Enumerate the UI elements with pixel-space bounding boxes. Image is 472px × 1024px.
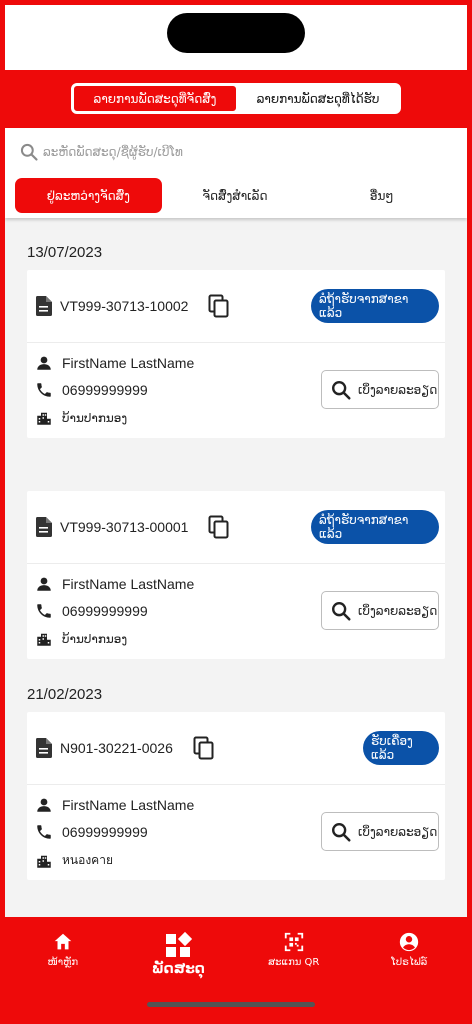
address-row: ບ້ານປາກນອງ [35,630,127,648]
shipment-type-switch: ລາຍການພັດສະດຸທີ່ຈັດສົ່ງ ລາຍການພັດສະດຸທີ່… [71,83,401,114]
tab-received-parcels[interactable]: ລາຍການພັດສະດຸທີ່ໄດ້ຮັບ [237,85,399,112]
view-details-button[interactable]: ເບິ່ງລາຍລະອຽດ [321,370,439,409]
person-icon [37,577,51,591]
tab-delivered[interactable]: ຈັດສົ່ງສຳເລັດ [162,178,309,213]
status-badge: ລໍຖ້າຮັບຈາກສາຂາແລ້ວ [311,510,439,544]
status-filter-tabs: ຢູ່ລະຫວ່າງຈັດສົ່ງ ຈັດສົ່ງສຳເລັດ ອື່ນໆ [15,178,455,214]
view-details-button[interactable]: ເບິ່ງລາຍລະອຽດ [321,812,439,851]
recipient-name: FirstName LastName [62,355,195,371]
parcel-card[interactable]: VT999-30713-10002 ລໍຖ້າຮັບຈາກສາຂາແລ້ວ Fi… [27,270,445,438]
recipient-row: FirstName LastName [35,575,194,593]
search-input[interactable]: ລະຫັດພັດສະດຸ/ຊື່ຜູ້ຮັບ/ເບີໂທ [19,142,183,162]
account-icon [400,932,419,952]
card-header: VT999-30713-10002 ລໍຖ້າຮັບຈາກສາຂາແລ້ວ [27,270,445,343]
building-icon [37,412,51,425]
search-placeholder: ລະຫັດພັດສະດຸ/ຊື່ຜູ້ຮັບ/ເບີໂທ [43,145,183,159]
card-header: VT999-30713-00001 ລໍຖ້າຮັບຈາກສາຂາແລ້ວ [27,491,445,564]
qr-icon [284,932,303,952]
view-details-label: ເບິ່ງລາຍລະອຽດ [358,824,438,839]
document-icon [35,296,52,316]
camera-notch [167,13,305,53]
nav-home-label: ໜ້າຫຼັກ [47,957,79,968]
nav-parcels-label: ພັດສະດຸ [151,961,205,977]
recipient-row: FirstName LastName [35,796,194,814]
copy-icon[interactable] [208,515,230,539]
phone-number: 06999999999 [62,603,148,619]
tab-in-transit[interactable]: ຢູ່ລະຫວ່າງຈັດສົ່ງ [15,178,162,213]
card-header: N901-30221-0026 ຮັບເຄື່ອງແລ້ວ [27,712,445,785]
phone-icon [37,383,51,397]
phone-row: 06999999999 [35,381,148,399]
search-icon [332,601,351,621]
phone-number: 06999999999 [62,382,148,398]
search-panel: ລະຫັດພັດສະດຸ/ຊື່ຜູ້ຮັບ/ເບີໂທ ຢູ່ລະຫວ່າງຈ… [5,128,467,218]
recipient-name: FirstName LastName [62,797,195,813]
phone-icon [37,825,51,839]
building-icon [37,855,51,868]
view-details-label: ເບິ່ງລາຍລະອຽດ [358,603,438,618]
address: ບ້ານປາກນອງ [62,411,128,425]
document-icon [35,738,52,758]
header: ລາຍການພັດສະດຸທີ່ຈັດສົ່ງ ລາຍການພັດສະດຸທີ່… [5,70,467,128]
status-badge: ຮັບເຄື່ອງແລ້ວ [363,731,439,765]
address-row: หนองคาย [35,851,113,870]
address: หนองคาย [62,853,113,867]
date-header: 21/02/2023 [27,686,103,703]
phone-icon [37,604,51,618]
parcel-card[interactable]: N901-30221-0026 ຮັບເຄື່ອງແລ້ວ FirstName … [27,712,445,880]
nav-scan-qr-label: ສະແກນ QR [268,957,320,968]
grid-icon [166,931,193,957]
date-header: 13/07/2023 [27,244,103,261]
copy-icon[interactable] [208,294,230,318]
building-icon [37,633,51,646]
search-icon [332,380,351,400]
app-frame: ລາຍການພັດສະດຸທີ່ຈັດສົ່ງ ລາຍການພັດສະດຸທີ່… [5,5,467,1019]
view-details-label: ເບິ່ງລາຍລະອຽດ [358,382,438,397]
phone-row: 06999999999 [35,823,148,841]
address: ບ້ານປາກນອງ [62,632,128,646]
phone-number: 06999999999 [62,824,148,840]
tracking-code: VT999-30713-10002 [60,298,189,314]
status-badge: ລໍຖ້າຮັບຈາກສາຂາແລ້ວ [311,289,439,323]
view-details-button[interactable]: ເບິ່ງລາຍລະອຽດ [321,591,439,630]
document-icon [35,517,52,537]
parcel-card[interactable]: VT999-30713-00001 ລໍຖ້າຮັບຈາກສາຂາແລ້ວ Fi… [27,491,445,659]
home-icon [54,933,71,950]
phone-row: 06999999999 [35,602,148,620]
nav-home[interactable]: ໜ້າຫຼັກ [5,917,121,1019]
address-row: ບ້ານປາກນອງ [35,409,127,427]
person-icon [37,798,51,812]
person-icon [37,356,51,370]
search-icon [332,822,351,842]
nav-profile-label: ໂປຣໄຟລ໌ [391,957,428,968]
status-bar [5,5,467,70]
recipient-row: FirstName LastName [35,354,194,372]
nav-profile[interactable]: ໂປຣໄຟລ໌ [352,917,468,1019]
parcel-list[interactable]: 13/07/2023 VT999-30713-10002 ລໍຖ້າຮັບຈາກ… [5,218,467,918]
tab-other[interactable]: ອື່ນໆ [308,178,455,213]
tab-sent-parcels[interactable]: ລາຍການພັດສະດຸທີ່ຈັດສົ່ງ [73,85,237,112]
recipient-name: FirstName LastName [62,576,195,592]
tracking-code: VT999-30713-00001 [60,519,189,535]
tracking-code: N901-30221-0026 [60,740,173,756]
search-icon [20,143,38,161]
home-indicator [147,1002,315,1007]
copy-icon[interactable] [193,736,215,760]
